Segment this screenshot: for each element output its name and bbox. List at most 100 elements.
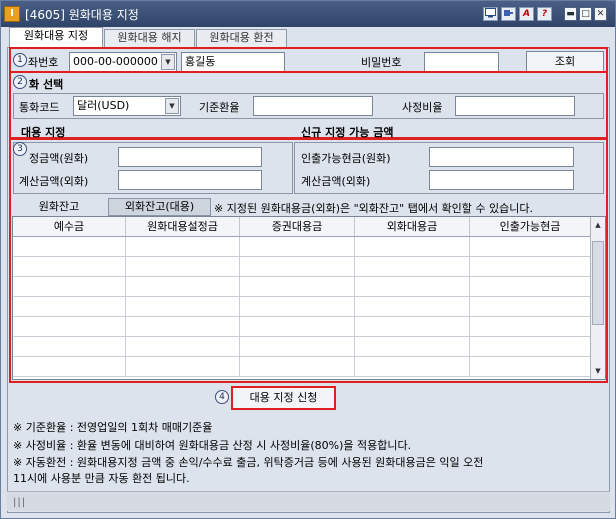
- maximize-icon[interactable]: □: [579, 7, 592, 21]
- table-cell: [126, 237, 240, 256]
- badge-4: 4: [215, 390, 229, 404]
- table-row[interactable]: [13, 317, 591, 337]
- table-cell: [126, 257, 240, 276]
- table-cell: [355, 297, 470, 316]
- table-row[interactable]: [13, 297, 591, 317]
- badge-2: 2: [13, 75, 27, 89]
- table-cell: [240, 357, 355, 376]
- table-cell: [13, 277, 126, 296]
- set-amount-field[interactable]: [118, 147, 262, 167]
- table-cell: [13, 257, 126, 276]
- badge-1: 1: [13, 53, 27, 67]
- apply-designation-button[interactable]: 대용 지정 신청: [231, 386, 336, 410]
- right-calc-field[interactable]: [429, 170, 574, 190]
- withdraw-field[interactable]: [429, 147, 574, 167]
- table-cell: [240, 337, 355, 356]
- app-icon: I: [4, 6, 20, 22]
- currency-select[interactable]: 달러(USD) ▼: [73, 96, 181, 116]
- close-icon[interactable]: ✕: [594, 7, 607, 21]
- table-cell: [126, 317, 240, 336]
- scroll-up-icon[interactable]: ▲: [592, 219, 604, 231]
- table-cell: [13, 317, 126, 336]
- badge-3: 3: [13, 142, 27, 156]
- base-rate-label: 기준환율: [199, 101, 240, 114]
- tab-exchange[interactable]: 원화대용 환전: [196, 29, 287, 47]
- table-cell: [126, 337, 240, 356]
- grid-scrollbar[interactable]: ▲ ▼: [590, 217, 605, 379]
- window-title: [4605] 원화대용 지정: [25, 8, 139, 22]
- table-cell: [355, 277, 470, 296]
- help-icon[interactable]: ?: [537, 7, 552, 21]
- note-auto-exchange-cont: 11시에 사용분 만큼 자동 환전 됩니다.: [13, 472, 190, 485]
- col-deposit[interactable]: 예수금: [13, 217, 126, 236]
- col-fx-collateral[interactable]: 외화대용금: [355, 217, 470, 236]
- calc-amount-field[interactable]: [118, 170, 262, 190]
- calc-amount-label: 계산금액(외화): [19, 175, 89, 188]
- table-cell: [470, 317, 591, 336]
- base-rate-field[interactable]: [253, 96, 373, 116]
- resize-grip-icon[interactable]: |||: [13, 497, 26, 508]
- subtab-fx-balance[interactable]: 외화잔고(대용): [108, 198, 211, 216]
- account-label: 좌번호: [28, 56, 59, 69]
- account-select[interactable]: 000-00-000000 ▼: [69, 52, 177, 72]
- title-bar: I [4605] 원화대용 지정 A ? ▬ □ ✕: [1, 1, 615, 27]
- subtab-note: ※ 지정된 원화대용금(외화)은 "외화잔고" 탭에서 확인할 수 있습니다.: [214, 202, 534, 215]
- table-row[interactable]: [13, 237, 591, 257]
- table-cell: [126, 297, 240, 316]
- table-cell: [126, 357, 240, 376]
- chevron-down-icon: ▼: [165, 98, 179, 114]
- scroll-thumb[interactable]: [592, 241, 604, 325]
- table-cell: [470, 277, 591, 296]
- chevron-down-icon: ▼: [161, 54, 175, 70]
- table-cell: [470, 237, 591, 256]
- note-auto-exchange: ※ 자동환전 : 원화대용지정 금액 중 손익/수수료 출금, 위탁증거금 등에…: [13, 456, 484, 469]
- table-cell: [13, 337, 126, 356]
- table-cell: [355, 237, 470, 256]
- scroll-down-icon[interactable]: ▼: [592, 365, 604, 377]
- minimize-icon[interactable]: ▬: [564, 7, 577, 21]
- account-name-field[interactable]: 홍길동: [181, 52, 285, 72]
- col-krw-collateral[interactable]: 원화대용설정금: [126, 217, 240, 236]
- assess-rate-label: 사정비율: [402, 101, 443, 114]
- status-bar: |||: [7, 491, 610, 511]
- pin-icon[interactable]: [501, 7, 516, 21]
- set-amount-label: 정금액(원화): [29, 152, 89, 165]
- table-cell: [126, 277, 240, 296]
- table-cell: [355, 317, 470, 336]
- grid-header: 예수금 원화대용설정금 증권대용금 외화대용금 인출가능현금: [13, 217, 591, 237]
- table-cell: [355, 257, 470, 276]
- assess-rate-field[interactable]: [455, 96, 575, 116]
- table-cell: [470, 337, 591, 356]
- window: I [4605] 원화대용 지정 A ? ▬ □ ✕ 원화대용 지정 원화대용 …: [0, 0, 616, 519]
- table-cell: [240, 297, 355, 316]
- search-button[interactable]: 조회: [526, 51, 604, 72]
- table-row[interactable]: [13, 277, 591, 297]
- note-assess-rate: ※ 사정비율 : 환율 변동에 대비하여 원화대용금 산정 시 사정비율(80%…: [13, 439, 412, 452]
- table-cell: [13, 297, 126, 316]
- table-cell: [355, 357, 470, 376]
- tab-designate[interactable]: 원화대용 지정: [9, 27, 103, 47]
- tab-release[interactable]: 원화대용 해지: [104, 29, 195, 47]
- table-cell: [470, 257, 591, 276]
- subtab-krw-balance[interactable]: 원화잔고: [13, 198, 105, 216]
- password-label: 비밀번호: [361, 56, 402, 69]
- balance-grid: 예수금 원화대용설정금 증권대용금 외화대용금 인출가능현금 ▲ ▼: [12, 216, 606, 380]
- table-cell: [240, 257, 355, 276]
- col-securities-collateral[interactable]: 증권대용금: [240, 217, 355, 236]
- right-calc-label: 계산금액(외화): [301, 175, 371, 188]
- table-cell: [355, 337, 470, 356]
- table-cell: [470, 297, 591, 316]
- table-row[interactable]: [13, 357, 591, 377]
- table-cell: [240, 317, 355, 336]
- col-withdrawable[interactable]: 인출가능현금: [470, 217, 591, 236]
- table-cell: [13, 357, 126, 376]
- table-cell: [13, 237, 126, 256]
- table-row[interactable]: [13, 257, 591, 277]
- password-field[interactable]: [424, 52, 499, 72]
- table-cell: [240, 237, 355, 256]
- currency-section-heading: 화 선택: [29, 78, 64, 91]
- font-icon[interactable]: A: [519, 7, 534, 21]
- monitor-icon[interactable]: [483, 7, 498, 21]
- table-row[interactable]: [13, 337, 591, 357]
- note-base-rate: ※ 기준환율 : 전영업일의 1회차 매매기준율: [13, 421, 213, 434]
